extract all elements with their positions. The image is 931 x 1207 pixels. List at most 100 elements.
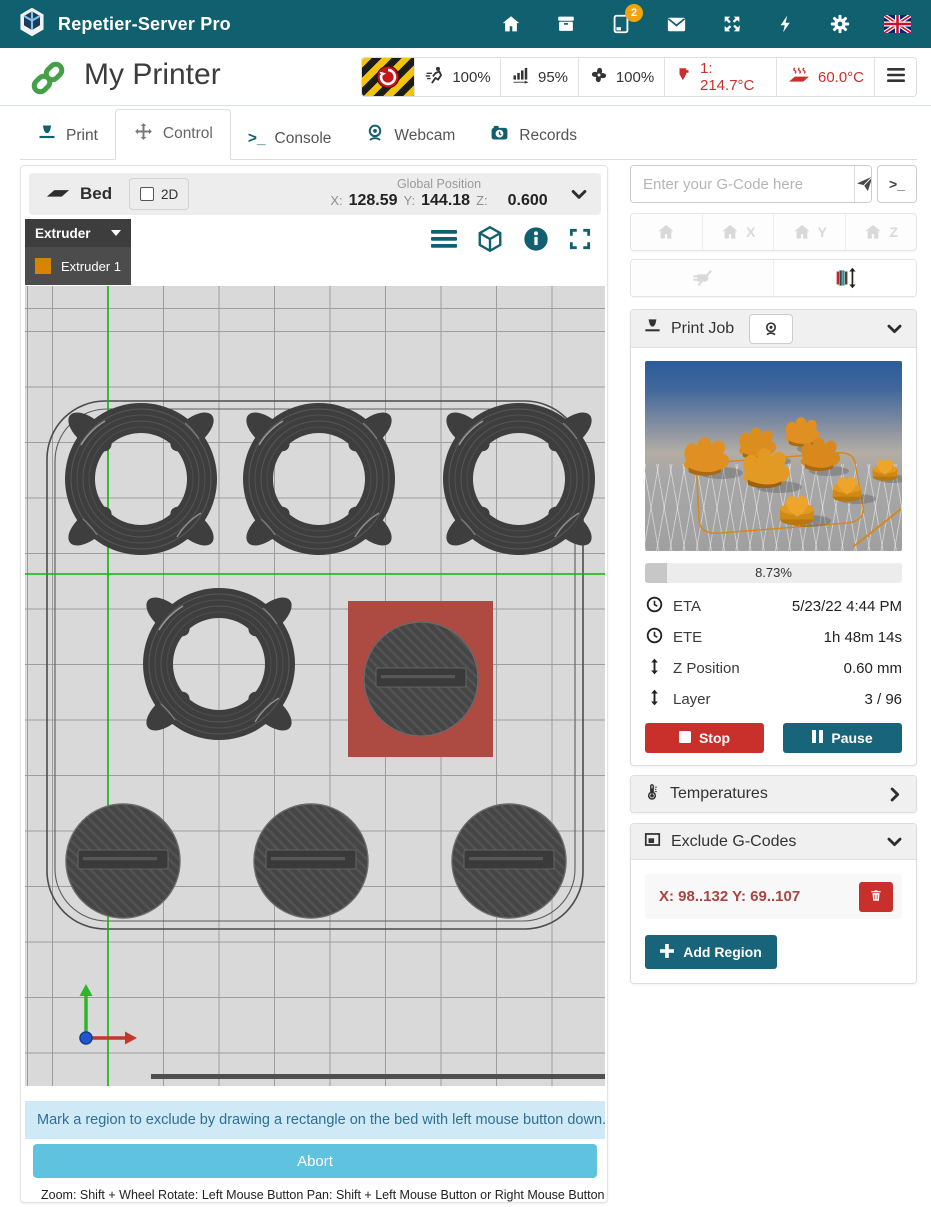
pause-button[interactable]: Pause	[783, 723, 902, 753]
print-job-header[interactable]: Print Job	[631, 310, 916, 348]
print-job-actions: Stop Pause	[645, 723, 902, 753]
tab-print[interactable]: Print	[20, 112, 115, 160]
layers-menu-icon[interactable]	[430, 227, 458, 256]
z-position-value: 0.60 mm	[844, 660, 902, 677]
webcam-icon	[365, 123, 385, 148]
language-flag-icon[interactable]	[884, 15, 911, 33]
stop-button[interactable]: Stop	[645, 723, 764, 753]
extruder-temp-value: 1: 214.7°C	[700, 60, 766, 94]
add-region-button[interactable]: Add Region	[645, 935, 777, 969]
speed-icon	[424, 65, 445, 90]
tab-records[interactable]: Records	[472, 112, 594, 160]
temperatures-panel: Temperatures	[630, 775, 917, 813]
temperatures-header[interactable]: Temperatures	[631, 776, 916, 812]
tab-print-label: Print	[66, 127, 98, 145]
heated-bed-icon	[787, 65, 811, 89]
delete-region-button[interactable]	[859, 882, 893, 912]
emergency-stop-button[interactable]	[362, 58, 414, 96]
power-bolt-icon[interactable]	[776, 13, 796, 35]
bed-view-toolbar	[430, 224, 593, 259]
global-position: Global Position X: 128.59 Y: 144.18 Z: 0…	[299, 177, 579, 210]
brand[interactable]: Repetier-Server Pro	[16, 6, 231, 43]
mode-2d-checkbox[interactable]: 2D	[129, 178, 189, 210]
region-icon	[643, 830, 662, 854]
notification-badge: 2	[625, 4, 643, 22]
home-icon[interactable]	[500, 13, 522, 35]
home-x-label: X	[746, 224, 755, 240]
mail-icon[interactable]	[665, 13, 688, 36]
bed-objects	[25, 286, 605, 1086]
extruder-temperature[interactable]: 1: 214.7°C	[664, 58, 776, 96]
open-console-button[interactable]: >_	[877, 165, 917, 203]
tab-records-label: Records	[519, 127, 577, 145]
exclude-hint-bar: Mark a region to exclude by drawing a re…	[25, 1101, 605, 1139]
home-all-button[interactable]	[631, 214, 702, 250]
motors-off-button[interactable]	[631, 260, 773, 296]
nav-icons: 2	[500, 13, 915, 36]
records-icon	[489, 123, 510, 148]
home-z-button[interactable]: Z	[845, 214, 917, 250]
tab-control-label: Control	[163, 125, 213, 143]
server-box-icon[interactable]	[555, 13, 577, 35]
flow-icon	[511, 65, 531, 89]
info-icon[interactable]	[522, 225, 550, 258]
stop-label: Stop	[699, 730, 730, 746]
flow-multiplier[interactable]: 95%	[500, 58, 578, 96]
bed-panel: Bed 2D Global Position X: 128.59 Y: 144.…	[20, 165, 608, 1203]
print-progress-bar: 8.73%	[645, 563, 902, 583]
print-job-collapse-icon[interactable]	[885, 319, 904, 338]
print-preview-image	[645, 361, 902, 551]
abort-button[interactable]: Abort	[33, 1144, 597, 1178]
fullscreen-icon[interactable]	[567, 226, 593, 257]
settings-gear-icon[interactable]	[829, 13, 851, 35]
fan-speed[interactable]: 100%	[578, 58, 664, 96]
flow-value: 95%	[538, 69, 568, 86]
extruder-color-swatch	[35, 258, 51, 274]
pause-label: Pause	[831, 730, 872, 746]
extruder-dropdown: Extruder Extruder 1	[25, 219, 131, 285]
y-value: 144.18	[421, 192, 470, 210]
z-position-row: Z Position 0.60 mm	[645, 653, 902, 684]
exclude-collapse-icon[interactable]	[885, 832, 904, 851]
bed-panel-header: Bed 2D Global Position X: 128.59 Y: 144.…	[29, 173, 601, 215]
print-icon	[37, 123, 57, 148]
gcode-input[interactable]	[631, 166, 854, 202]
trash-icon	[869, 888, 883, 906]
collapse-chevron-icon[interactable]	[569, 184, 589, 204]
layer-row: Layer 3 / 96	[645, 684, 902, 715]
eta-row: ETA 5/23/22 4:44 PM	[645, 591, 902, 622]
print-job-stats: ETA 5/23/22 4:44 PM ETE 1h 48m 14s Z Pos…	[645, 591, 902, 715]
hamburger-icon	[887, 67, 905, 87]
change-filament-button[interactable]	[773, 260, 916, 296]
send-gcode-button[interactable]	[854, 166, 872, 202]
extruder-dropdown-button[interactable]: Extruder	[25, 219, 131, 247]
up-down-arrow-icon	[645, 688, 664, 711]
tab-console[interactable]: >_ Console	[231, 119, 349, 160]
eta-value: 5/23/22 4:44 PM	[792, 598, 902, 615]
move-icon	[133, 121, 154, 147]
home-y-button[interactable]: Y	[773, 214, 845, 250]
expand-arrows-icon[interactable]	[721, 13, 743, 35]
tab-webcam[interactable]: Webcam	[348, 112, 472, 160]
preview-webcam-toggle[interactable]	[749, 314, 793, 344]
print-job-panel: Print Job	[630, 309, 917, 766]
layer-value: 3 / 96	[864, 691, 902, 708]
printer-queue-icon[interactable]: 2	[610, 13, 632, 35]
extruder-dropdown-item[interactable]: Extruder 1	[25, 247, 131, 285]
ete-label: ETE	[673, 629, 702, 646]
cube-3d-icon[interactable]	[475, 224, 505, 259]
exclude-gcodes-header[interactable]: Exclude G-Codes	[631, 824, 916, 860]
speed-multiplier[interactable]: 100%	[414, 58, 500, 96]
temperatures-expand-icon[interactable]	[885, 785, 904, 804]
home-x-button[interactable]: X	[702, 214, 774, 250]
tab-control[interactable]: Control	[115, 109, 231, 160]
printer-menu-button[interactable]	[874, 58, 916, 96]
exclude-region-row: X: 98..132 Y: 69..107	[645, 874, 902, 919]
clock-icon	[645, 595, 664, 618]
brand-title: Repetier-Server Pro	[58, 14, 231, 35]
bed-temperature[interactable]: 60.0°C	[776, 58, 874, 96]
exclude-gcodes-title: Exclude G-Codes	[671, 833, 796, 851]
right-column: >_ X Y Z	[630, 165, 917, 984]
bed-canvas[interactable]	[25, 286, 605, 1086]
tab-console-label: Console	[275, 130, 332, 148]
